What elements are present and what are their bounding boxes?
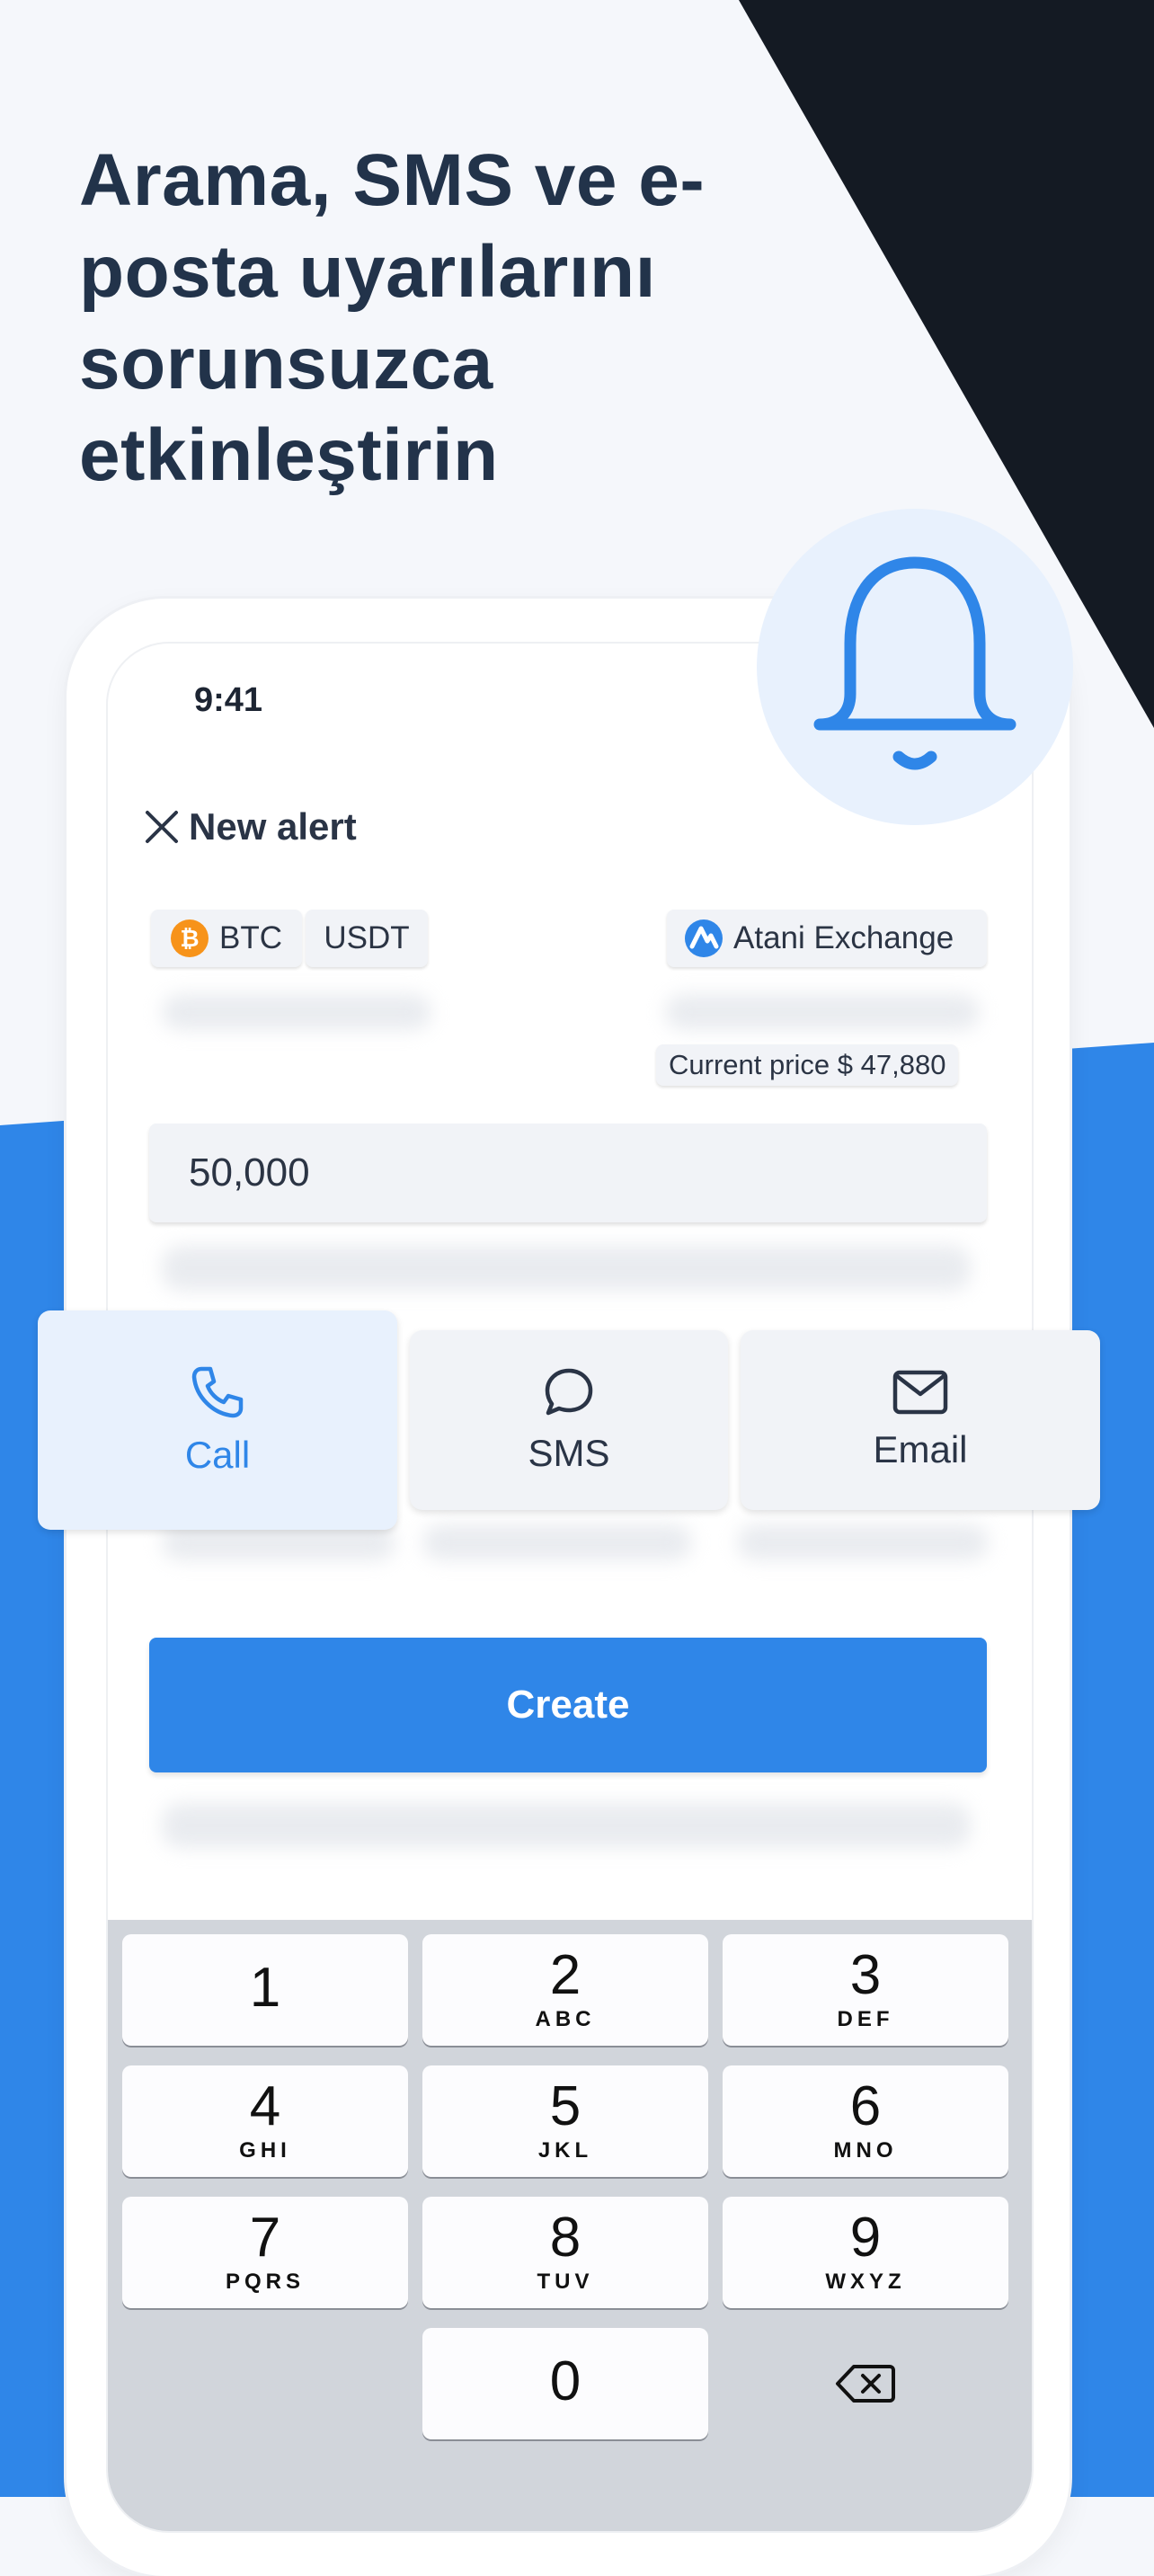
- new-alert-header: New alert: [142, 805, 357, 848]
- key-4[interactable]: 4 GHI: [122, 2065, 408, 2177]
- headline: Arama, SMS ve e-posta uyarılarını soruns…: [79, 139, 706, 496]
- chat-bubble-icon: [545, 1368, 593, 1416]
- status-time: 9:41: [194, 681, 263, 719]
- atani-logo-icon: [685, 919, 723, 957]
- channel-sms-button[interactable]: SMS: [410, 1330, 728, 1510]
- exchange-label: Atani Exchange: [733, 920, 954, 955]
- phone-icon: [191, 1366, 244, 1418]
- decorative-blur: [665, 994, 980, 1030]
- decorative-blur: [162, 1246, 971, 1291]
- key-8[interactable]: 8 TUV: [422, 2197, 708, 2308]
- bell-icon: [813, 556, 1016, 770]
- decorative-blur: [162, 994, 431, 1030]
- quote-asset-label: USDT: [324, 920, 410, 955]
- key-2[interactable]: 2 ABC: [422, 1934, 708, 2046]
- channel-call-label: Call: [184, 1434, 251, 1476]
- channel-email-label: Email: [873, 1428, 968, 1470]
- base-asset-chip[interactable]: ₿ BTC: [151, 910, 302, 967]
- key-6[interactable]: 6 MNO: [723, 2065, 1008, 2177]
- bell-badge: [757, 509, 1073, 825]
- page-title: New alert: [189, 805, 357, 848]
- decorative-blur: [737, 1524, 989, 1560]
- envelope-icon: [892, 1370, 948, 1415]
- decorative-blur: [162, 1803, 971, 1848]
- key-7[interactable]: 7 PQRS: [122, 2197, 408, 2308]
- backspace-key[interactable]: [723, 2328, 1008, 2439]
- exchange-chip[interactable]: Atani Exchange: [667, 910, 987, 967]
- key-9[interactable]: 9 WXYZ: [723, 2197, 1008, 2308]
- quote-asset-chip[interactable]: USDT: [306, 910, 428, 967]
- price-input[interactable]: 50,000: [149, 1124, 987, 1222]
- base-asset-label: BTC: [219, 920, 282, 955]
- create-button[interactable]: Create: [149, 1638, 987, 1772]
- channel-call-button[interactable]: Call: [38, 1310, 397, 1530]
- channel-email-button[interactable]: Email: [741, 1330, 1100, 1510]
- key-5[interactable]: 5 JKL: [422, 2065, 708, 2177]
- key-1[interactable]: 1: [122, 1934, 408, 2046]
- key-3[interactable]: 3 DEF: [723, 1934, 1008, 2046]
- current-price-badge: Current price $ 47,880: [656, 1044, 959, 1086]
- decorative-blur: [162, 1524, 395, 1560]
- close-icon[interactable]: [142, 807, 182, 847]
- numeric-keypad: 1 2 ABC 3 DEF 4 GHI 5 JKL 6 MNO 7 PQRS 8 TUV 9W…: [108, 1920, 1032, 2531]
- backspace-icon: [836, 2365, 895, 2403]
- channel-sms-label: SMS: [528, 1432, 610, 1474]
- phone-screen: 9:41 New alert ₿ BTC USDT Atani Exchange…: [106, 642, 1034, 2533]
- decorative-blur: [422, 1524, 692, 1560]
- bitcoin-icon: ₿: [171, 919, 209, 957]
- key-0[interactable]: 0: [422, 2328, 708, 2439]
